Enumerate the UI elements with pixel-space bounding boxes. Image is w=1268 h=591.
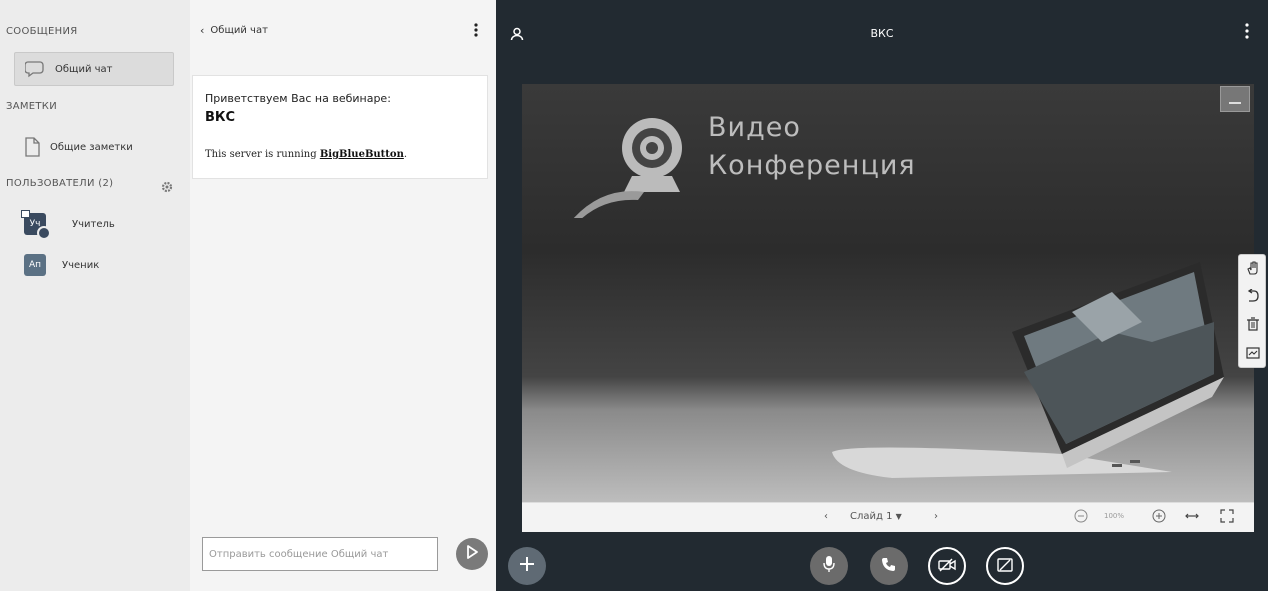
- zoom-level: 100%: [1104, 512, 1125, 520]
- screen-share-off-icon: [997, 557, 1013, 576]
- sidebar-item-shared-notes[interactable]: Общие заметки: [14, 134, 133, 160]
- actions-button[interactable]: [508, 547, 546, 585]
- user-list-sidebar: СООБЩЕНИЯ Общий чат ЗАМЕТКИ Общие заметк…: [0, 0, 191, 591]
- multi-user-whiteboard-button[interactable]: [1239, 339, 1267, 367]
- chat-panel: ‹ Общий чат Приветствуем Вас на вебинаре…: [190, 0, 496, 591]
- server-info: This server is running BigBlueButton.: [205, 149, 407, 160]
- screen-share-button[interactable]: [986, 547, 1024, 585]
- user-list-item-teacher[interactable]: Уч Учитель: [21, 210, 115, 240]
- gear-icon[interactable]: [161, 178, 173, 197]
- welcome-room-name: ВКС: [205, 110, 236, 125]
- caret-down-icon: ▼: [895, 512, 902, 521]
- fit-width-icon: [1184, 513, 1200, 526]
- previous-slide-button[interactable]: ‹: [824, 511, 828, 522]
- server-info-suffix: .: [403, 149, 408, 160]
- kebab-menu-icon[interactable]: [1244, 22, 1250, 40]
- minimize-presentation-button[interactable]: [1220, 86, 1250, 112]
- chevron-right-icon: ›: [934, 511, 938, 522]
- avatar: Ап: [24, 254, 46, 276]
- camera-button[interactable]: [928, 547, 966, 585]
- fullscreen-button[interactable]: [1220, 509, 1234, 526]
- presentation-area: ВКС Видео Конференция ‹ Слайд 1 ▼ › 100%: [496, 0, 1268, 591]
- user-name: Учитель: [72, 218, 115, 230]
- sidebar-item-label: Общий чат: [55, 63, 113, 75]
- minimize-icon: [1229, 90, 1241, 109]
- avatar: Уч: [21, 210, 51, 240]
- next-slide-button[interactable]: ›: [934, 511, 938, 522]
- chat-options-button[interactable]: [473, 22, 481, 38]
- chevron-left-icon: ‹: [200, 24, 205, 37]
- fit-to-width-button[interactable]: [1184, 509, 1200, 526]
- laptop-image: [812, 172, 1232, 486]
- slide-title-line1: Видео: [708, 112, 801, 143]
- hand-tool-button[interactable]: [1239, 255, 1267, 283]
- plus-icon: [519, 556, 535, 576]
- user-name: Ученик: [62, 259, 100, 271]
- clear-annotations-button[interactable]: [1239, 311, 1267, 339]
- chat-title: Общий чат: [210, 25, 268, 36]
- chat-header: ‹ Общий чат: [190, 0, 496, 56]
- bigbluebutton-link[interactable]: BigBlueButton: [320, 149, 404, 160]
- hand-tool-icon: [1246, 260, 1260, 279]
- user-list-item-student[interactable]: Ап Ученик: [24, 254, 99, 276]
- welcome-message: Приветствуем Вас на вебинаре: ВКС This s…: [192, 75, 488, 179]
- chat-message-input[interactable]: [202, 537, 438, 571]
- kebab-menu-icon: [473, 23, 479, 42]
- send-icon: [464, 544, 480, 564]
- chat-bubble-icon: [25, 60, 45, 78]
- sidebar-item-public-chat[interactable]: Общий чат: [14, 52, 174, 86]
- webcam-logo: [572, 108, 702, 222]
- avatar-initials: Ап: [28, 260, 42, 270]
- notes-section-title: ЗАМЕТКИ: [6, 101, 57, 112]
- sidebar-item-label: Общие заметки: [50, 141, 133, 153]
- send-message-button[interactable]: [456, 538, 488, 570]
- undo-icon: [1247, 287, 1259, 307]
- chat-back-button[interactable]: ‹ Общий чат: [200, 24, 268, 37]
- notes-icon: [24, 137, 40, 157]
- fullscreen-icon: [1220, 509, 1234, 526]
- phone-icon: [881, 556, 897, 576]
- slide-select[interactable]: Слайд 1 ▼: [850, 511, 902, 522]
- whiteboard-icon: [1246, 344, 1260, 363]
- zoom-in-button[interactable]: [1152, 509, 1166, 526]
- users-section-title: ПОЛЬЗОВАТЕЛИ (2): [6, 178, 114, 189]
- zoom-in-icon: [1152, 509, 1166, 526]
- leave-audio-button[interactable]: [870, 547, 908, 585]
- undo-button[interactable]: [1239, 283, 1267, 311]
- presentation-slide: Видео Конференция: [522, 84, 1254, 502]
- moderator-badge: [21, 210, 30, 218]
- welcome-greeting: Приветствуем Вас на вебинаре:: [205, 92, 391, 105]
- microphone-button[interactable]: [810, 547, 848, 585]
- chevron-left-icon: ‹: [824, 511, 828, 522]
- slide-select-label: Слайд 1: [850, 511, 893, 522]
- whiteboard-toolbar: [1238, 254, 1266, 368]
- microphone-icon: [822, 555, 836, 577]
- camera-off-icon: [938, 557, 956, 576]
- presenter-badge: [37, 226, 51, 240]
- presentation-toolbar: ‹ Слайд 1 ▼ › 100%: [522, 502, 1254, 532]
- room-title: ВКС: [870, 27, 894, 40]
- server-info-text: This server is running: [205, 149, 320, 160]
- trash-icon: [1247, 316, 1259, 335]
- zoom-out-button[interactable]: [1074, 509, 1088, 526]
- zoom-out-icon: [1074, 509, 1088, 526]
- messages-section-title: СООБЩЕНИЯ: [6, 26, 78, 37]
